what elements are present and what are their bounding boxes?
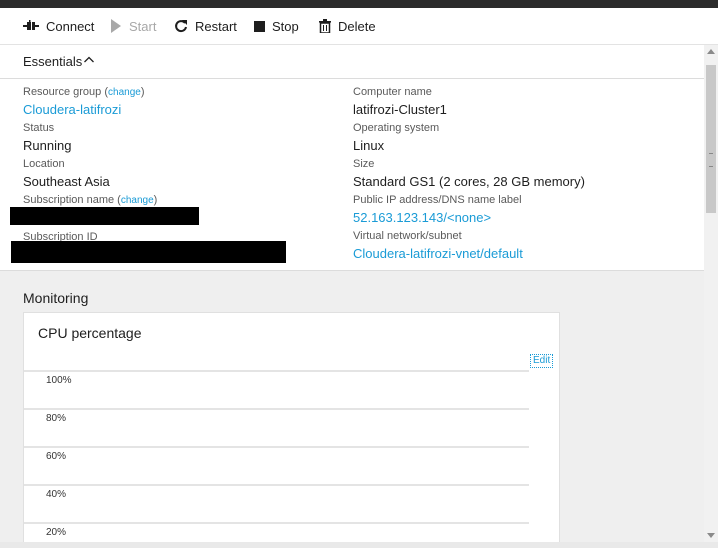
delete-button[interactable]: Delete bbox=[319, 8, 376, 44]
size-label: Size bbox=[353, 158, 375, 170]
blade-content: Essentials Resource group (change) Cloud… bbox=[0, 45, 704, 542]
chevron-up-icon[interactable] bbox=[84, 56, 94, 63]
start-button[interactable]: Start bbox=[110, 8, 156, 44]
y-tick-label: 20% bbox=[46, 527, 66, 538]
cpu-chart: 100% 80% 60% 40% 20% bbox=[24, 370, 529, 538]
vnet-label: Virtual network/subnet bbox=[353, 230, 462, 242]
computer-name-value: latifrozi-Cluster1 bbox=[353, 102, 447, 117]
location-value: Southeast Asia bbox=[23, 174, 110, 189]
restart-label: Restart bbox=[195, 18, 237, 34]
resource-group-change-link[interactable]: change bbox=[108, 87, 141, 98]
os-value: Linux bbox=[353, 138, 385, 153]
subscription-name-label-text: Subscription name bbox=[23, 194, 115, 206]
play-icon bbox=[111, 19, 121, 33]
location-label: Location bbox=[23, 158, 65, 170]
window-top-bar bbox=[0, 0, 718, 8]
scrollbar-thumb[interactable] bbox=[706, 65, 716, 213]
ip-label: Public IP address/DNS name label bbox=[353, 194, 522, 206]
redacted-subscription-id bbox=[11, 241, 286, 263]
scrollbar-grip-icon bbox=[709, 153, 713, 167]
scroll-up-arrow-icon[interactable] bbox=[707, 49, 715, 54]
connect-plug-icon bbox=[23, 20, 39, 30]
status-value: Running bbox=[23, 138, 72, 153]
vnet-value[interactable]: Cloudera-latifrozi-vnet/default bbox=[353, 246, 523, 261]
start-label: Start bbox=[129, 18, 157, 34]
command-toolbar: Connect Start Restart Stop Delete bbox=[0, 8, 718, 45]
y-tick-label: 60% bbox=[46, 451, 66, 462]
essentials-header[interactable]: Essentials bbox=[0, 45, 704, 79]
computer-name-label: Computer name bbox=[353, 86, 432, 98]
size-value: Standard GS1 (2 cores, 28 GB memory) bbox=[353, 174, 585, 189]
redacted-subscription-name bbox=[10, 207, 199, 225]
connect-button[interactable]: Connect bbox=[23, 8, 94, 44]
resource-group-label: Resource group (change) bbox=[23, 86, 145, 98]
cpu-percentage-tile[interactable]: CPU percentage Edit 100% 80% 60% 40% 20% bbox=[23, 312, 560, 542]
restart-button[interactable]: Restart bbox=[174, 8, 237, 44]
y-tick-label: 40% bbox=[46, 489, 66, 500]
vertical-scrollbar[interactable] bbox=[704, 45, 718, 542]
stop-label: Stop bbox=[272, 18, 299, 34]
os-label: Operating system bbox=[353, 122, 440, 134]
resource-group-label-text: Resource group bbox=[23, 86, 102, 98]
stop-icon bbox=[254, 20, 265, 32]
trash-icon bbox=[319, 19, 331, 33]
delete-label: Delete bbox=[338, 18, 376, 34]
status-label: Status bbox=[23, 122, 55, 134]
cpu-chart-title: CPU percentage bbox=[38, 325, 142, 341]
subscription-name-change-link[interactable]: change bbox=[121, 195, 154, 206]
scroll-down-arrow-icon[interactable] bbox=[707, 533, 715, 538]
subscription-name-label: Subscription name (change) bbox=[23, 194, 158, 206]
ip-value[interactable]: 52.163.123.143/<none> bbox=[353, 210, 491, 225]
essentials-title: Essentials bbox=[23, 54, 83, 69]
y-tick-label: 100% bbox=[46, 375, 72, 386]
resource-group-value[interactable]: Cloudera-latifrozi bbox=[23, 102, 121, 117]
monitoring-title: Monitoring bbox=[23, 290, 89, 306]
restart-icon bbox=[175, 20, 187, 33]
horizontal-scrollbar[interactable] bbox=[0, 542, 718, 548]
edit-chart-button[interactable]: Edit bbox=[530, 354, 554, 368]
y-tick-label: 80% bbox=[46, 413, 66, 424]
stop-button[interactable]: Stop bbox=[254, 8, 299, 44]
connect-label: Connect bbox=[46, 18, 95, 34]
